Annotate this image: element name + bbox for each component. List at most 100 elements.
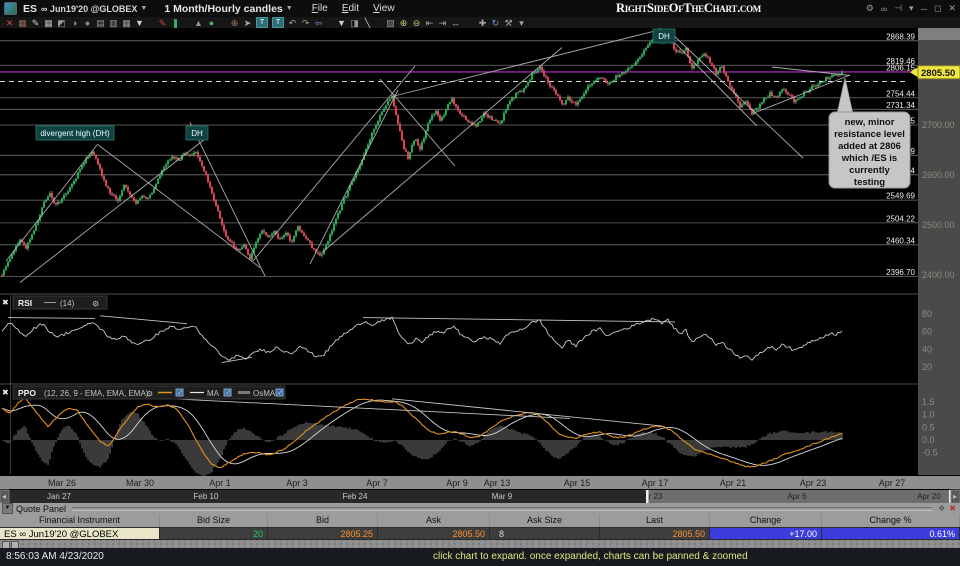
crosshair-icon[interactable]: ⊕ bbox=[228, 18, 241, 28]
caret-down-icon[interactable]: ▾ bbox=[515, 18, 528, 28]
col-bid[interactable]: Bid bbox=[268, 514, 378, 527]
fill-icon[interactable]: ◩ bbox=[55, 18, 68, 28]
image-icon[interactable]: ▤ bbox=[94, 18, 107, 28]
red-pencil-icon[interactable]: ✎ bbox=[156, 18, 169, 28]
grid-style-icon[interactable]: ▦ bbox=[16, 18, 29, 28]
grid-icon[interactable]: ▦ bbox=[42, 18, 55, 28]
trendline[interactable] bbox=[379, 78, 456, 167]
ppo-legend-title: PPO bbox=[18, 388, 36, 398]
pin-caret-icon[interactable]: ▾ bbox=[909, 3, 914, 14]
close-chart-icon[interactable]: ✕ bbox=[3, 18, 16, 28]
zoom-out-icon[interactable]: ⊖ bbox=[410, 18, 423, 28]
col-bid-size[interactable]: Bid Size bbox=[160, 514, 268, 527]
symbol-title[interactable]: ES bbox=[23, 3, 37, 15]
circle-icon[interactable]: ● bbox=[81, 18, 94, 28]
price-axis-tick: 2500.00 bbox=[922, 220, 955, 230]
rsi-param-label: (14) bbox=[60, 299, 75, 308]
trendline[interactable] bbox=[321, 47, 563, 253]
price-axis-strip[interactable] bbox=[918, 28, 960, 475]
trendline[interactable] bbox=[19, 138, 206, 283]
cell-instrument[interactable]: ES ∞ Jun19'20 @GLOBEX bbox=[0, 527, 160, 540]
rsi-trendline[interactable] bbox=[99, 315, 188, 325]
quote-panel-collapse-icon[interactable]: ▼ bbox=[2, 503, 13, 514]
pin-icon[interactable]: ⊣ bbox=[894, 3, 902, 14]
dropdown2-icon[interactable]: ▼ bbox=[335, 18, 348, 28]
ma-label: MA bbox=[207, 389, 220, 398]
pointer-icon[interactable]: ➤ bbox=[241, 18, 254, 28]
menu-view[interactable]: View bbox=[373, 3, 395, 14]
trendline[interactable] bbox=[189, 122, 266, 277]
callout-text-line: resistance level bbox=[834, 129, 905, 140]
ppo-axis-tick: 0.0 bbox=[922, 435, 935, 445]
ppo-param-label: (12, 26, 9 - EMA, EMA, EMA) bbox=[44, 389, 149, 398]
timeframe-selector[interactable]: 1 Month/Hourly candles bbox=[164, 3, 282, 15]
trendline[interactable] bbox=[667, 29, 804, 159]
symbol-caret-icon[interactable]: ▼ bbox=[140, 5, 147, 12]
minimize-icon[interactable]: ─ bbox=[921, 4, 927, 14]
timeframe-caret-icon[interactable]: ▼ bbox=[286, 5, 293, 12]
scroll-right-icon[interactable]: ⇥ bbox=[436, 18, 449, 28]
hatch-tool-icon[interactable]: ▨ bbox=[384, 18, 397, 28]
layout-grid-icon[interactable]: ▦ bbox=[120, 18, 133, 28]
close-quote-panel-icon[interactable]: ✖ bbox=[949, 504, 956, 513]
mountain-icon[interactable]: ▲ bbox=[192, 18, 205, 28]
text-label-icon[interactable]: T bbox=[272, 17, 284, 28]
col-financial-instrument[interactable]: Financial Instrument bbox=[0, 514, 160, 527]
trendline[interactable] bbox=[96, 143, 261, 268]
trendline-tool-icon[interactable]: ╲ bbox=[361, 18, 374, 28]
text-note-icon[interactable]: T bbox=[256, 17, 268, 28]
contract-title[interactable]: ∞ Jun19'20 @GLOBEX bbox=[41, 4, 137, 14]
col-change[interactable]: Change bbox=[710, 514, 822, 527]
refresh-icon[interactable]: ↻ bbox=[489, 18, 502, 28]
link-icon[interactable]: ∞ bbox=[881, 4, 887, 14]
rsi-trendline[interactable] bbox=[7, 317, 96, 319]
image-alt-icon[interactable]: ▥ bbox=[107, 18, 120, 28]
menu-edit[interactable]: Edit bbox=[342, 3, 359, 14]
col-last[interactable]: Last bbox=[600, 514, 710, 527]
callout-text-line: testing bbox=[854, 177, 885, 188]
date-tick-label: Apr 7 bbox=[366, 478, 388, 488]
navigator-left-handle[interactable] bbox=[646, 490, 649, 503]
trendline[interactable] bbox=[391, 28, 664, 97]
chart-canvas[interactable]: 2868.392819.462754.442731.342700.052639.… bbox=[0, 28, 960, 503]
quote-panel: ▼ Quote Panel ❖ ✖ Financial Instrument B… bbox=[0, 503, 960, 540]
pan-icon[interactable]: ✚ bbox=[476, 18, 489, 28]
maximize-icon[interactable]: ◻ bbox=[934, 3, 941, 14]
alert-icon[interactable]: ❖ bbox=[938, 504, 945, 513]
undo-icon[interactable]: ↶ bbox=[286, 18, 299, 28]
level-price-label: 2504.22 bbox=[886, 214, 915, 223]
ppo-settings-icon: ⚙ bbox=[146, 390, 153, 399]
quote-panel-header: ▼ Quote Panel ❖ ✖ bbox=[0, 503, 960, 514]
col-change-pct[interactable]: Change % bbox=[822, 514, 960, 527]
date-tick-label: Apr 27 bbox=[879, 478, 906, 488]
scroll-left-icon[interactable]: ⇤ bbox=[423, 18, 436, 28]
osma-label: OsMA bbox=[253, 389, 276, 398]
col-ask-size[interactable]: Ask Size bbox=[490, 514, 600, 527]
rsi-trendline[interactable] bbox=[362, 317, 676, 323]
quote-data-row[interactable]: ES ∞ Jun19'20 @GLOBEX 20 2805.25 2805.50… bbox=[0, 527, 960, 540]
redo-icon[interactable]: ↷ bbox=[299, 18, 312, 28]
resize-gutter[interactable] bbox=[0, 540, 960, 549]
green-dot-icon[interactable]: ● bbox=[205, 18, 218, 28]
ppo-osma-histogram bbox=[1, 412, 843, 477]
back-icon[interactable]: ⇦ bbox=[312, 18, 325, 28]
trendline[interactable] bbox=[753, 74, 851, 114]
close-window-icon[interactable]: ✕ bbox=[948, 3, 956, 14]
trendline[interactable] bbox=[5, 144, 98, 262]
trendline[interactable] bbox=[771, 66, 851, 76]
panel-icon[interactable]: ◨ bbox=[348, 18, 361, 28]
col-ask[interactable]: Ask bbox=[378, 514, 490, 527]
date-tick-label: Apr 17 bbox=[642, 478, 669, 488]
svg-text:✓: ✓ bbox=[177, 388, 184, 397]
level-price-label: 2396.70 bbox=[886, 268, 915, 277]
settings-gear-icon[interactable]: ⚙ bbox=[866, 3, 874, 14]
candlestick-icon[interactable]: ❚ bbox=[169, 18, 182, 28]
dropdown-icon[interactable]: ▼ bbox=[133, 18, 146, 28]
contrast-icon[interactable]: ◑ bbox=[68, 18, 81, 28]
svg-text:◂: ◂ bbox=[2, 492, 6, 501]
expand-horizontal-icon[interactable]: ↔ bbox=[449, 18, 462, 28]
wrench-icon[interactable]: ⚒ bbox=[502, 18, 515, 28]
draw-pencil-icon[interactable]: ✎ bbox=[29, 18, 42, 28]
menu-file[interactable]: File bbox=[312, 3, 328, 14]
zoom-in-icon[interactable]: ⊕ bbox=[397, 18, 410, 28]
